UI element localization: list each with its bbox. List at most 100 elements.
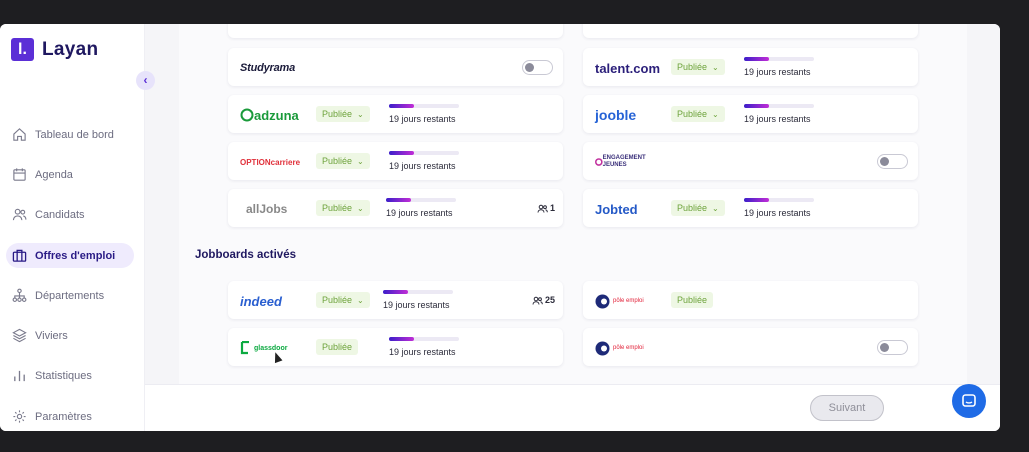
engagement-jeunes-logo: ENGAGEMENT JEUNES	[595, 154, 655, 170]
progress-fill	[389, 104, 414, 108]
users-icon	[537, 204, 548, 213]
studyrama-logo: Studyrama	[240, 62, 296, 74]
chevron-down-icon: ⌄	[357, 157, 364, 166]
applicants-count-value: 25	[544, 295, 555, 305]
remaining-days: 19 jours restants	[389, 161, 456, 171]
status-label: Publiée	[322, 342, 353, 352]
remaining-days: 19 jours restants	[744, 208, 811, 218]
chevron-down-icon: ⌄	[712, 110, 719, 119]
sidebar-item-label: Tableau de bord	[35, 128, 114, 141]
sidebar-item-offres-d-emploi[interactable]: Offres d'emploi	[6, 243, 134, 268]
applicants-count: 25	[532, 295, 555, 305]
sidebar-item-label: Agenda	[35, 168, 73, 181]
jobboard-card-studyrama: Studyrama	[228, 48, 563, 86]
sidebar-item-agenda[interactable]: Agenda	[6, 162, 134, 187]
app-logo[interactable]: l. Layan	[11, 38, 98, 61]
jooble-logo: jooble	[595, 107, 637, 123]
pole-emploi-logo: pôle emploi	[595, 340, 644, 356]
progress-fill	[744, 57, 769, 61]
adzuna-logo: adzuna	[240, 107, 299, 123]
remaining-days: 19 jours restants	[386, 208, 453, 218]
users-icon	[12, 208, 27, 221]
bar-chart-icon	[14, 370, 25, 382]
sidebar-item-label: Paramètres	[35, 410, 92, 423]
sidebar: l. Layan Tableau de bord Agenda Candidat…	[0, 24, 145, 431]
jobboard-card-talent: talent.com Publiée ⌄ 19 jours restants	[583, 48, 918, 86]
jobboard-card-engagement-jeunes: ENGAGEMENT JEUNES	[583, 142, 918, 180]
remaining-days: 19 jours restants	[383, 300, 450, 310]
sidebar-item-label: Viviers	[35, 329, 68, 342]
sidebar-item-statistiques[interactable]: Statistiques	[6, 363, 134, 388]
adzuna-mark-icon	[240, 108, 254, 122]
status-badge[interactable]: Publiée ⌄	[316, 153, 370, 169]
remaining-days: 19 jours restants	[744, 67, 811, 77]
alljobs-logo: allJobs	[246, 202, 288, 216]
sidebar-item-viviers[interactable]: Viviers	[6, 323, 134, 348]
status-label: Publiée	[322, 156, 353, 166]
status-label: Publiée	[677, 295, 708, 305]
jobted-logo: Jobted	[595, 201, 638, 217]
sidebar-item-departements[interactable]: Départements	[6, 283, 134, 308]
talent-logo: talent.com	[595, 60, 661, 76]
sidebar-item-tableau-de-bord[interactable]: Tableau de bord	[6, 122, 134, 147]
status-badge[interactable]: Publiée ⌄	[316, 200, 370, 216]
chat-button[interactable]	[952, 384, 986, 418]
status-badge[interactable]: Publiée ⌄	[671, 59, 725, 75]
chevron-down-icon: ⌄	[712, 63, 719, 72]
sidebar-item-parametres[interactable]: Paramètres	[6, 404, 134, 429]
progress-fill	[389, 337, 414, 341]
home-icon	[13, 128, 26, 141]
layers-icon	[12, 328, 27, 343]
pole-emploi-toggle[interactable]	[877, 340, 908, 355]
progress-bar	[744, 198, 814, 202]
engagement-mark-icon	[595, 158, 603, 166]
next-button[interactable]: Suivant	[810, 395, 884, 421]
jobboard-card-adzuna: adzuna Publiée ⌄ 19 jours restants	[228, 95, 563, 133]
status-label: Publiée	[322, 109, 353, 119]
app-window: l. Layan Tableau de bord Agenda Candidat…	[0, 24, 1000, 431]
progress-bar	[389, 104, 459, 108]
jobboard-card-indeed: indeed Publiée ⌄ 19 jours restants 25	[228, 281, 563, 319]
status-badge: Publiée	[316, 339, 359, 355]
status-badge[interactable]: Publiée ⌄	[316, 292, 370, 308]
status-badge[interactable]: Publiée ⌄	[671, 200, 725, 216]
remaining-days: 19 jours restants	[389, 114, 456, 124]
sidebar-item-label: Offres d'emploi	[35, 249, 116, 262]
jobboard-card-pole-emploi-2: pôle emploi	[583, 328, 918, 366]
sidebar-item-candidats[interactable]: Candidats	[6, 202, 134, 227]
jobboard-card-optioncarriere: OPTIONcarriere Publiée ⌄ 19 jours restant…	[228, 142, 563, 180]
status-label: Publiée	[677, 62, 708, 72]
section-title-activated: Jobboards activés	[195, 249, 296, 261]
progress-fill	[386, 198, 411, 202]
footer-bar: Suivant	[145, 384, 1000, 431]
app-name: Layan	[42, 38, 99, 60]
progress-bar	[744, 104, 814, 108]
status-badge[interactable]: Publiée ⌄	[671, 106, 725, 122]
chevron-down-icon: ⌄	[357, 110, 364, 119]
briefcase-icon	[12, 249, 27, 262]
toggle-knob	[880, 157, 889, 166]
glassdoor-mark-icon	[240, 340, 249, 354]
toggle-knob	[525, 63, 534, 72]
org-chart-icon	[12, 288, 27, 302]
progress-bar	[744, 57, 814, 61]
engagement-toggle[interactable]	[877, 154, 908, 169]
studyrama-toggle[interactable]	[522, 60, 553, 75]
chevron-down-icon: ⌄	[712, 204, 719, 213]
sidebar-item-label: Candidats	[35, 208, 85, 221]
status-badge[interactable]: Publiée ⌄	[316, 106, 370, 122]
progress-fill	[383, 290, 408, 294]
chevron-left-icon[interactable]: ‹	[136, 71, 155, 90]
status-label: Publiée	[322, 203, 353, 213]
progress-fill	[744, 104, 769, 108]
main-content: Studyrama talent.com Publiée ⌄ 19 jours r…	[145, 24, 1000, 384]
progress-fill	[744, 198, 769, 202]
gear-icon	[13, 410, 26, 423]
jobboard-card-pole-emploi: pôle emploi Publiée	[583, 281, 918, 319]
engagement-name: ENGAGEMENT JEUNES	[602, 155, 646, 168]
jobboard-card-alljobs: allJobs Publiée ⌄ 19 jours restants 1	[228, 189, 563, 227]
users-icon	[532, 296, 543, 305]
status-badge: Publiée	[671, 292, 714, 308]
adzuna-name: adzuna	[254, 107, 299, 123]
jobboard-card-partial	[228, 24, 563, 38]
